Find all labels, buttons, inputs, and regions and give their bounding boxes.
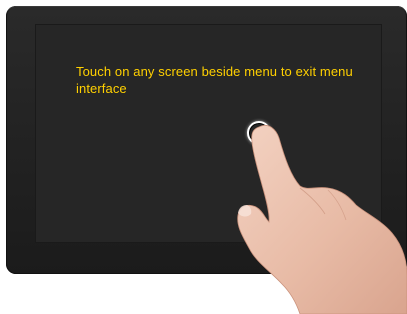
tablet-device: Touch on any screen beside menu to exit … <box>6 6 407 274</box>
touch-point-icon <box>247 121 271 145</box>
touch-screen[interactable]: Touch on any screen beside menu to exit … <box>35 24 382 243</box>
instruction-text: Touch on any screen beside menu to exit … <box>76 64 353 96</box>
stage: Touch on any screen beside menu to exit … <box>0 0 407 314</box>
